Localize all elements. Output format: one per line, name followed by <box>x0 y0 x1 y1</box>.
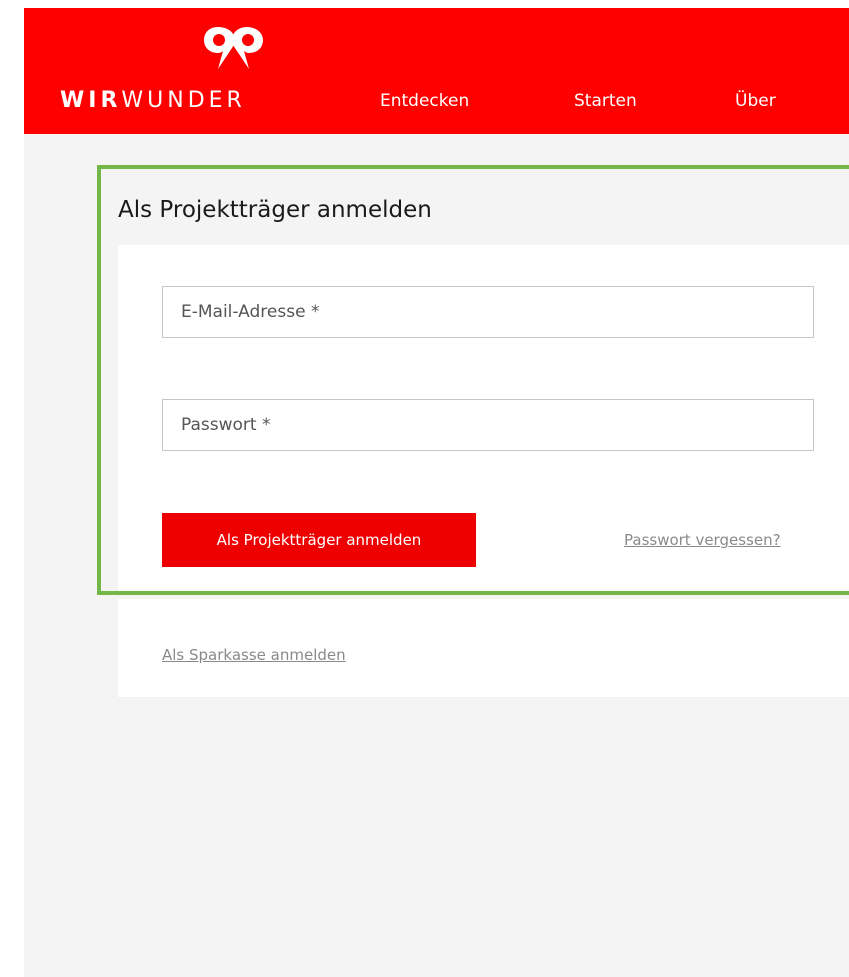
logo-text-bold: WIR <box>60 88 122 113</box>
sparkasse-login-link[interactable]: Als Sparkasse anmelden <box>162 646 346 664</box>
nav-item-entdecken[interactable]: Entdecken <box>380 90 469 112</box>
page: WIRWUNDER Entdecken Starten Über Als Pro… <box>24 8 849 977</box>
nav-item-ueber[interactable]: Über <box>735 90 776 112</box>
site-header: WIRWUNDER Entdecken Starten Über <box>24 8 849 134</box>
alternative-login-panel: Als Sparkasse anmelden <box>118 599 849 697</box>
login-submit-button[interactable]: Als Projektträger anmelden <box>162 513 476 567</box>
login-box-highlight: Als Projektträger anmelden Als Projekttr… <box>97 165 849 595</box>
wirwunder-logo-text[interactable]: WIRWUNDER <box>60 88 246 114</box>
logo-text-light: WUNDER <box>121 88 246 113</box>
login-form-panel: Als Projektträger anmelden Passwort verg… <box>118 245 849 591</box>
email-input[interactable] <box>162 286 814 338</box>
login-title: Als Projektträger anmelden <box>118 197 432 223</box>
nav-item-starten[interactable]: Starten <box>574 90 637 112</box>
forgot-password-link[interactable]: Passwort vergessen? <box>624 531 781 549</box>
wirwunder-logo-icon[interactable] <box>204 25 264 71</box>
password-input[interactable] <box>162 399 814 451</box>
